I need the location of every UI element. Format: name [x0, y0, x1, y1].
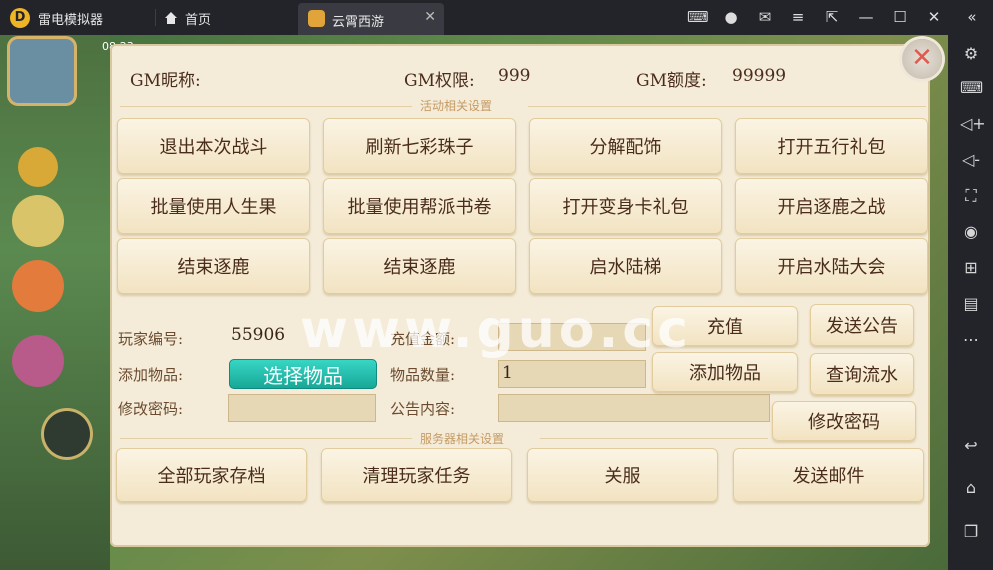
menu-icon[interactable]: ≡ [789, 8, 807, 26]
add-app-icon[interactable]: ⊞ [960, 257, 982, 279]
divider [528, 106, 926, 107]
item-quantity-input[interactable]: 1 [498, 360, 646, 388]
more-icon[interactable]: ⋯ [960, 329, 982, 351]
open-wuxing-gift-button[interactable]: 打开五行礼包 [735, 118, 928, 174]
exit-battle-button[interactable]: 退出本次战斗 [117, 118, 310, 174]
send-mail-button[interactable]: 发送邮件 [733, 448, 924, 502]
app-logo-icon: D [10, 8, 30, 28]
tab-home[interactable]: 首页 [163, 8, 211, 28]
title-bar: D 雷电模拟器 首页 云霄西游 ✕ ⌨ ● ✉ ≡ ⇱ — ☐ ✕ « [0, 0, 993, 35]
watermark-text: www.guo.cc [300, 300, 692, 360]
close-tab-icon[interactable]: ✕ [424, 9, 436, 25]
settings-icon[interactable]: ⚙ [960, 43, 982, 65]
volume-up-icon[interactable]: ◁+ [960, 113, 986, 135]
password-input[interactable] [228, 394, 376, 422]
tab-game-label: 云霄西游 [332, 15, 385, 30]
keyboard-icon[interactable]: ⌨ [960, 77, 983, 99]
item-quantity-label: 物品数量: [390, 366, 456, 384]
gm-quota-label: GM额度: [636, 71, 707, 91]
decompose-accessory-button[interactable]: 分解配饰 [529, 118, 722, 174]
divider [120, 438, 412, 439]
volume-down-icon[interactable]: ◁- [960, 149, 982, 171]
open-transform-card-button[interactable]: 打开变身卡礼包 [529, 178, 722, 234]
maximize-icon[interactable]: ☐ [891, 8, 909, 26]
open-shuilu-ladder-button[interactable]: 启水陆梯 [529, 238, 722, 294]
player-avatar[interactable] [10, 39, 74, 103]
welfare-icon[interactable] [12, 260, 64, 312]
popout-icon[interactable]: ⇱ [823, 8, 841, 26]
shutdown-server-button[interactable]: 关服 [527, 448, 718, 502]
save-all-players-button[interactable]: 全部玩家存档 [116, 448, 307, 502]
expand-icon[interactable] [18, 147, 58, 187]
change-password-button[interactable]: 修改密码 [772, 401, 916, 441]
use-guild-scroll-button[interactable]: 批量使用帮派书卷 [323, 178, 516, 234]
home-nav-icon[interactable]: ⌂ [960, 477, 982, 499]
start-zhulu-battle-button[interactable]: 开启逐鹿之战 [735, 178, 928, 234]
select-item-button[interactable]: 选择物品 [229, 359, 377, 389]
record-icon[interactable]: ◉ [960, 221, 982, 243]
section-server-title: 服务器相关设置 [420, 432, 505, 446]
refresh-pearls-button[interactable]: 刷新七彩珠子 [323, 118, 516, 174]
notice-content-label: 公告内容: [390, 400, 456, 418]
user-icon[interactable]: ● [722, 8, 740, 26]
gamepad-icon[interactable]: ⌨ [687, 8, 709, 26]
close-panel-button[interactable]: ✕ [902, 39, 942, 79]
gm-quota-value: 99999 [732, 66, 787, 86]
end-zhulu-button-2[interactable]: 结束逐鹿 [323, 238, 516, 294]
back-icon[interactable]: ↩ [960, 435, 982, 457]
game-avatar-icon [308, 10, 325, 27]
divider [120, 106, 412, 107]
gm-nickname-label: GM昵称: [130, 71, 201, 91]
start-shuilu-event-button[interactable]: 开启水陆大会 [735, 238, 928, 294]
notice-content-input[interactable] [498, 394, 770, 422]
gm-permission-label: GM权限: [404, 71, 475, 91]
home-icon [165, 12, 177, 24]
end-zhulu-button[interactable]: 结束逐鹿 [117, 238, 310, 294]
gm-permission-value: 999 [498, 66, 531, 86]
minimize-icon[interactable]: — [857, 8, 875, 26]
query-flow-button[interactable]: 查询流水 [810, 353, 914, 395]
use-ginseng-fruit-button[interactable]: 批量使用人生果 [117, 178, 310, 234]
change-password-label: 修改密码: [118, 400, 184, 418]
send-notice-button[interactable]: 发送公告 [810, 304, 914, 346]
app-name: 雷电模拟器 [38, 13, 104, 28]
tab-home-label: 首页 [185, 12, 212, 28]
ranking-icon[interactable] [12, 335, 64, 387]
divider [540, 438, 768, 439]
event-icon[interactable] [12, 195, 64, 247]
add-item-label: 添加物品: [118, 366, 184, 384]
collapse-sidebar-icon[interactable]: « [963, 8, 981, 26]
screenshot-icon[interactable]: ⛶ [960, 185, 982, 207]
emulator-sidebar: ⚙ ⌨ ◁+ ◁- ⛶ ◉ ⊞ ▤ ⋯ ↩ ⌂ ❐ [948, 35, 993, 570]
close-window-icon[interactable]: ✕ [925, 8, 943, 26]
apk-icon[interactable]: ▤ [960, 293, 982, 315]
player-id-label: 玩家编号: [118, 330, 184, 348]
mail-icon[interactable]: ✉ [756, 8, 774, 26]
recent-apps-icon[interactable]: ❐ [960, 521, 982, 543]
divider [155, 9, 156, 26]
tab-game[interactable]: 云霄西游 ✕ [298, 3, 444, 35]
section-activity-title: 活动相关设置 [420, 99, 493, 113]
chat-icon[interactable] [44, 411, 90, 457]
clear-player-tasks-button[interactable]: 清理玩家任务 [321, 448, 512, 502]
